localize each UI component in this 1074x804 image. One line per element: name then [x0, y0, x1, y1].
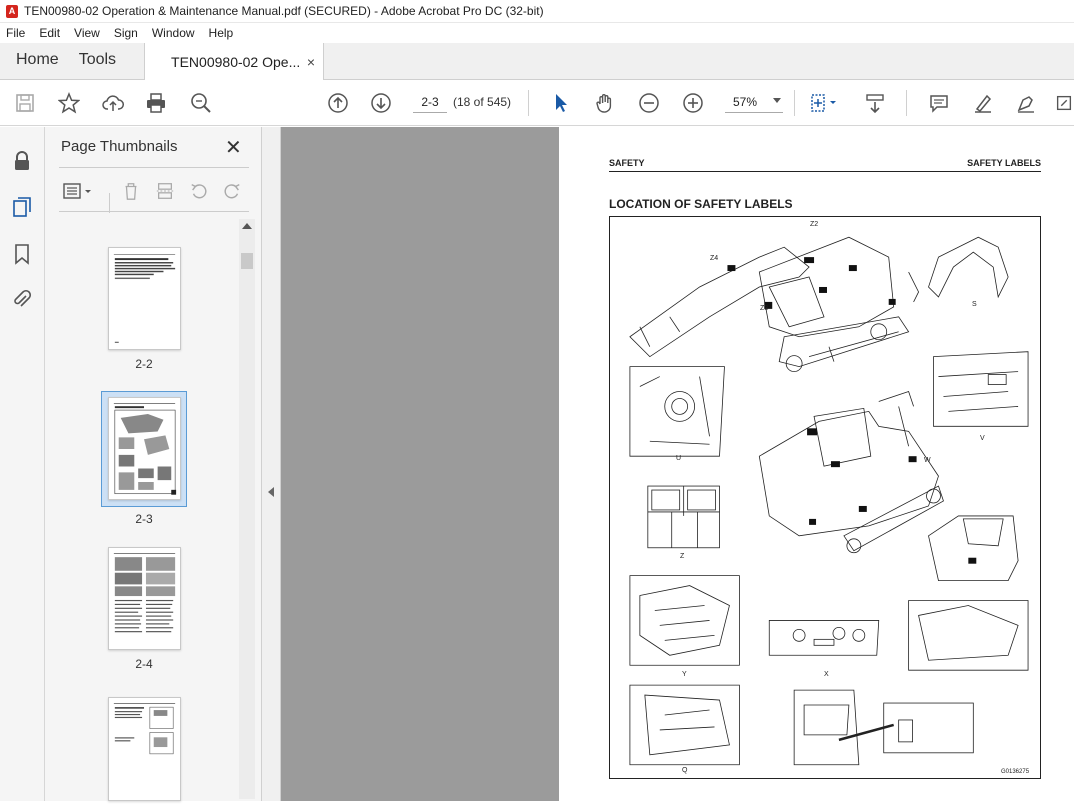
- figure-label-z4: Z4: [710, 255, 719, 262]
- panel-divider: [59, 211, 249, 212]
- page-count: (18 of 545): [453, 95, 512, 109]
- figure-label-q: Q: [682, 767, 688, 774]
- thumbnail-label: 2-2: [135, 357, 153, 371]
- menu-bar: File Edit View Sign Window Help: [0, 23, 1074, 43]
- chevron-down-icon: [773, 98, 781, 103]
- document-canvas: [281, 127, 559, 801]
- page-header-right: SAFETY LABELS: [967, 158, 1041, 168]
- select-cursor-icon[interactable]: [548, 90, 574, 116]
- tab-tools[interactable]: Tools: [73, 51, 130, 79]
- zoom-out-icon[interactable]: [636, 90, 662, 116]
- title-bar: A TEN00980-02 Operation & Maintenance Ma…: [0, 0, 1074, 23]
- rotate-right-icon[interactable]: [220, 179, 244, 203]
- tools-divider: [109, 193, 110, 213]
- panel-divider: [59, 167, 249, 168]
- print-icon[interactable]: [143, 90, 169, 116]
- page-header-left: SAFETY: [609, 158, 645, 168]
- page-number-input[interactable]: 2-3: [413, 91, 447, 113]
- thumbnail-page-2-2[interactable]: [108, 247, 181, 350]
- rotate-left-icon[interactable]: [187, 179, 211, 203]
- page-thumbnails-panel: Page Thumbnails ✕ 2-2 2-3 2-4: [45, 127, 262, 801]
- figure-label-x: X: [824, 671, 829, 678]
- extract-page-icon[interactable]: [153, 179, 177, 203]
- menu-view[interactable]: View: [68, 26, 108, 40]
- document-page: SAFETY SAFETY LABELS LOCATION OF SAFETY …: [559, 127, 1074, 801]
- toolbar-divider: [528, 90, 529, 116]
- header-rule: [609, 171, 1041, 172]
- toolbar: 2-3 (18 of 545) 57%: [0, 80, 1074, 126]
- hand-tool-icon[interactable]: [592, 90, 618, 116]
- collapse-panel-icon[interactable]: [268, 487, 274, 497]
- scroll-thumb[interactable]: [241, 253, 253, 269]
- panel-title: Page Thumbnails: [61, 138, 178, 155]
- figure-label-v: V: [980, 435, 985, 442]
- menu-window[interactable]: Window: [146, 26, 203, 40]
- save-icon[interactable]: [12, 90, 38, 116]
- figure-code: G0136275: [1001, 769, 1030, 775]
- thumbnail-page-next[interactable]: [108, 697, 181, 801]
- lock-icon[interactable]: [10, 149, 34, 173]
- figure-label-z: Z: [680, 553, 685, 560]
- menu-help[interactable]: Help: [203, 26, 242, 40]
- page-fit-icon[interactable]: [806, 90, 840, 116]
- figure-label-y: Y: [682, 671, 687, 678]
- figure-label-z3: Z3: [760, 305, 769, 312]
- sign-pen-icon[interactable]: [1013, 90, 1039, 116]
- left-navigation-rail: [0, 127, 45, 801]
- acrobat-logo-icon: A: [6, 4, 18, 18]
- zoom-in-icon[interactable]: [680, 90, 706, 116]
- toolbar-divider: [906, 90, 907, 116]
- panel-splitter[interactable]: [262, 127, 281, 801]
- tab-close-icon[interactable]: ×: [307, 54, 315, 70]
- thumbnail-tools: [45, 175, 262, 213]
- figure-label-u: U: [676, 455, 682, 462]
- window-title: TEN00980-02 Operation & Maintenance Manu…: [24, 4, 544, 18]
- scroll-mode-icon[interactable]: [862, 90, 888, 116]
- more-tools-icon[interactable]: [1054, 90, 1074, 116]
- next-page-icon[interactable]: [368, 90, 394, 116]
- figure-label-s: S: [972, 301, 977, 308]
- page-thumbnails-icon[interactable]: [10, 195, 34, 219]
- zoom-level-value: 57%: [733, 94, 758, 109]
- page-heading: LOCATION OF SAFETY LABELS: [609, 197, 793, 211]
- toolbar-divider: [794, 90, 795, 116]
- delete-page-icon[interactable]: [119, 179, 143, 203]
- tab-home[interactable]: Home: [0, 51, 73, 79]
- previous-page-icon[interactable]: [325, 90, 351, 116]
- comment-icon[interactable]: [926, 90, 952, 116]
- figure-label-w: W: [924, 457, 931, 464]
- bookmark-star-icon[interactable]: [56, 90, 82, 116]
- cloud-upload-icon[interactable]: [100, 90, 126, 116]
- tab-document[interactable]: TEN00980-02 Ope... ×: [144, 43, 325, 80]
- thumbnail-page-2-3[interactable]: [108, 397, 181, 500]
- menu-file[interactable]: File: [0, 26, 33, 40]
- highlight-pen-icon[interactable]: [970, 90, 996, 116]
- scroll-up-icon[interactable]: [242, 223, 252, 229]
- options-menu-icon[interactable]: [61, 179, 95, 203]
- tab-document-label: TEN00980-02 Ope...: [171, 53, 301, 70]
- menu-edit[interactable]: Edit: [33, 26, 68, 40]
- zoom-level-select[interactable]: 57%: [725, 91, 783, 113]
- tab-bar: Home Tools TEN00980-02 Ope... ×: [0, 43, 1074, 80]
- attachments-icon[interactable]: [10, 287, 34, 311]
- figure-label-z2: Z2: [810, 221, 819, 228]
- zoom-search-icon[interactable]: [188, 90, 214, 116]
- bookmarks-icon[interactable]: [10, 242, 34, 266]
- menu-sign[interactable]: Sign: [108, 26, 146, 40]
- close-icon[interactable]: ✕: [225, 135, 242, 160]
- thumbnail-page-2-4[interactable]: [108, 547, 181, 650]
- thumbnail-label: 2-3: [135, 512, 153, 526]
- thumbnail-label: 2-4: [135, 657, 153, 671]
- thumbnails-scrollbar[interactable]: [239, 219, 255, 799]
- safety-labels-figure: Z2 Z4 Z3 S U V W Z Y X Q: [609, 216, 1041, 779]
